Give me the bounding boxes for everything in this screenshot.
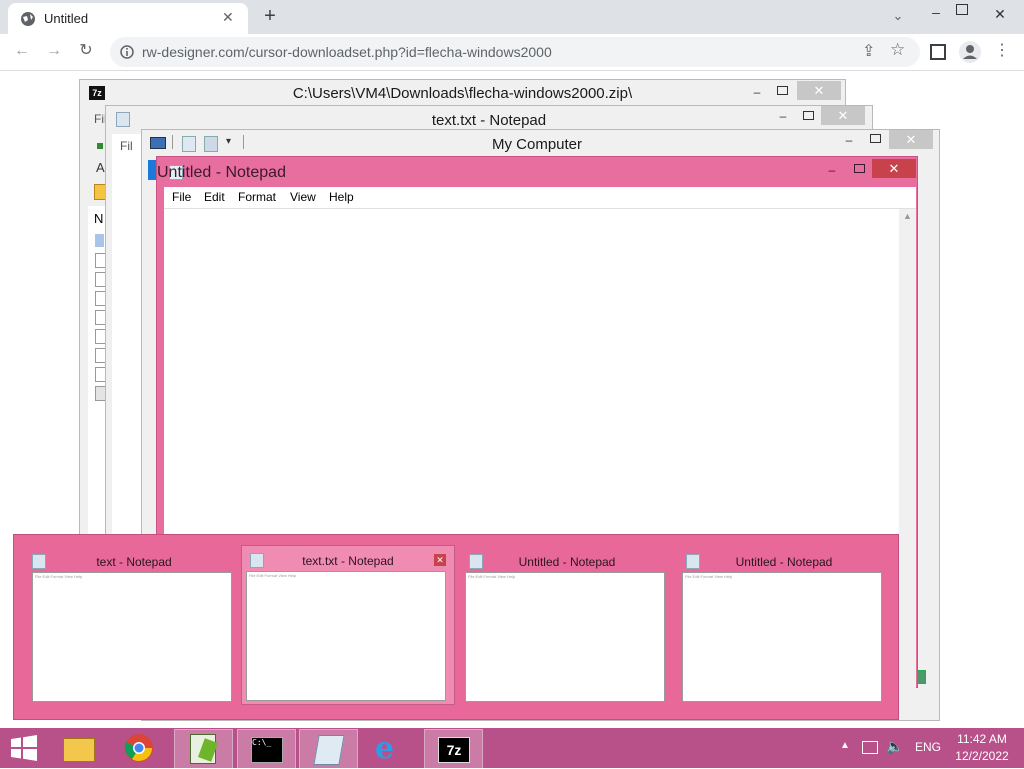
- tab-title: Untitled: [44, 11, 89, 26]
- 7zip-maximize-button[interactable]: [777, 86, 788, 95]
- menu-edit[interactable]: Edit: [204, 190, 225, 204]
- preview-menu: File Edit Format View Help: [468, 574, 516, 579]
- command-prompt-icon: C:\_: [251, 737, 283, 763]
- browser-tab[interactable]: Untitled ✕: [8, 3, 248, 34]
- chrome-icon: [124, 734, 153, 762]
- text-notepad-menu-fragment: Fil: [120, 139, 133, 153]
- switcher-preview: File Edit Format View Help: [682, 572, 882, 702]
- window-switcher: text - Notepad File Edit Format View Hel…: [13, 534, 899, 720]
- preview-menu: File Edit Format View Help: [249, 573, 297, 578]
- forward-icon[interactable]: →: [42, 41, 66, 65]
- switcher-item-title: text.txt - Notepad: [302, 554, 394, 568]
- preview-menu: File Edit Format View Help: [35, 574, 83, 579]
- file-row-icon[interactable]: [95, 234, 104, 247]
- notepad-maximize-button[interactable]: [854, 164, 865, 173]
- tab-close-icon[interactable]: ✕: [222, 9, 234, 26]
- 7zip-close-button[interactable]: ✕: [797, 81, 841, 100]
- address-bar[interactable]: rw-designer.com/cursor-downloadset.php?i…: [110, 37, 920, 67]
- back-icon[interactable]: ←: [10, 41, 34, 65]
- network-icon[interactable]: [862, 741, 878, 754]
- switcher-preview: File Edit Format View Help: [246, 571, 446, 701]
- switcher-close-icon[interactable]: ✕: [434, 554, 446, 566]
- switcher-item-title: Untitled - Notepad: [735, 555, 833, 569]
- clock-time[interactable]: 11:42 AM: [952, 732, 1012, 746]
- 7zip-col-header-fragment: N: [94, 211, 104, 226]
- url-text: rw-designer.com/cursor-downloadset.php?i…: [142, 44, 552, 60]
- my-computer-title: My Computer: [491, 136, 583, 153]
- site-info-icon[interactable]: [120, 45, 134, 59]
- taskbar-internet-explorer[interactable]: e: [361, 729, 418, 767]
- menu-file[interactable]: File: [172, 190, 191, 204]
- taskbar-7zip[interactable]: 7z: [424, 729, 483, 769]
- switcher-item[interactable]: text - Notepad File Edit Format View Hel…: [28, 547, 240, 705]
- volume-icon[interactable]: 🔈: [886, 738, 903, 755]
- switcher-item-selected[interactable]: text.txt - Notepad ✕ File Edit Format Vi…: [241, 545, 455, 705]
- taskbar-file-explorer[interactable]: [50, 729, 107, 767]
- restore-icon[interactable]: [956, 4, 968, 15]
- new-tab-button[interactable]: +: [258, 6, 282, 30]
- text-notepad-close-button[interactable]: ✕: [821, 106, 865, 125]
- side-panel-icon[interactable]: [930, 44, 946, 60]
- switcher-preview: File Edit Format View Help: [32, 572, 232, 702]
- switcher-item[interactable]: Untitled - Notepad File Edit Format View…: [461, 547, 673, 705]
- language-indicator[interactable]: ENG: [915, 740, 941, 754]
- share-icon[interactable]: ⇪: [862, 41, 875, 61]
- untitled-notepad-title: Untitled - Notepad: [157, 164, 286, 181]
- taskbar-chrome[interactable]: [112, 729, 169, 767]
- reload-icon[interactable]: ↻: [74, 41, 98, 65]
- text-notepad-body: Fil: [112, 134, 142, 534]
- my-computer-close-button[interactable]: ✕: [889, 130, 933, 149]
- taskbar-notepad[interactable]: [299, 729, 358, 769]
- menu-help[interactable]: Help: [329, 190, 354, 204]
- vertical-scrollbar[interactable]: ▲: [899, 209, 916, 689]
- scroll-up-icon[interactable]: ▲: [903, 211, 912, 221]
- text-notepad-title: text.txt - Notepad: [431, 112, 547, 129]
- preview-menu: File Edit Format View Help: [685, 574, 733, 579]
- text-notepad-minimize-button[interactable]: ‒: [770, 107, 796, 125]
- profile-avatar-icon[interactable]: [958, 40, 982, 64]
- folder-icon: [63, 738, 95, 762]
- notepad-app-icon: [313, 735, 345, 765]
- menu-view[interactable]: View: [290, 190, 316, 204]
- show-hidden-icons[interactable]: ▲: [840, 740, 850, 751]
- browser-tabstrip: Untitled ✕ + ⌄ ‒ ✕: [0, 0, 1024, 34]
- internet-explorer-icon: e: [375, 731, 395, 766]
- menu-format[interactable]: Format: [238, 190, 276, 204]
- bookmark-star-icon[interactable]: ☆: [890, 40, 905, 60]
- notepad-minimize-button[interactable]: ‒: [819, 161, 845, 179]
- 7zip-taskbar-icon: 7z: [438, 737, 470, 763]
- globe-icon: [21, 12, 35, 26]
- switcher-item[interactable]: Untitled - Notepad File Edit Format View…: [678, 547, 890, 705]
- switcher-item-title: Untitled - Notepad: [518, 555, 616, 569]
- text-notepad-maximize-button[interactable]: [803, 111, 814, 120]
- menu-kebab-icon[interactable]: ⋮: [990, 41, 1014, 65]
- close-browser-icon[interactable]: ✕: [988, 4, 1012, 28]
- notepad-menubar: File Edit Format View Help: [164, 187, 916, 209]
- 7zip-row-fragment: A: [96, 160, 105, 175]
- browser-toolbar: ← → ↻ rw-designer.com/cursor-downloadset…: [0, 34, 1024, 71]
- my-computer-minimize-button[interactable]: ‒: [836, 131, 862, 149]
- taskbar-command-prompt[interactable]: C:\_: [237, 729, 296, 769]
- start-windows-icon[interactable]: [10, 735, 38, 761]
- my-computer-maximize-button[interactable]: [870, 134, 881, 143]
- 7zip-minimize-button[interactable]: ‒: [744, 83, 770, 101]
- taskbar: C:\_ e 7z ▲ 🔈 ENG 11:42 AM 12/2/2022: [0, 728, 1024, 769]
- 7zip-add-icon[interactable]: [97, 143, 103, 149]
- 7zip-window-title: C:\Users\VM4\Downloads\flecha-windows200…: [292, 85, 633, 102]
- notepad-close-button[interactable]: ✕: [872, 159, 916, 178]
- minimize-icon[interactable]: ‒: [924, 2, 948, 26]
- clock-date[interactable]: 12/2/2022: [952, 749, 1012, 763]
- switcher-item-title: text - Notepad: [96, 555, 172, 569]
- taskbar-notepad-plus-plus[interactable]: [174, 729, 233, 769]
- switcher-preview: File Edit Format View Help: [465, 572, 665, 702]
- tab-search-icon[interactable]: ⌄: [886, 6, 910, 30]
